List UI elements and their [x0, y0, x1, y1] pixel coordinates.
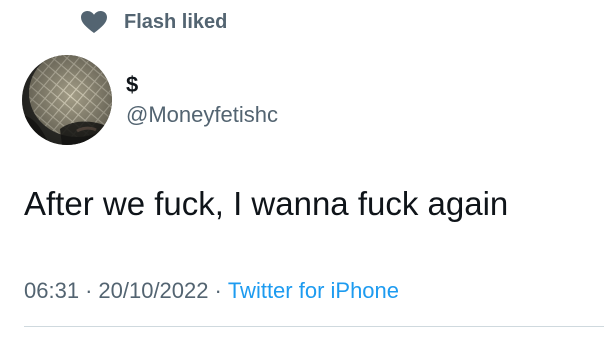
tweet-detail: Flash liked $ @Moneyfetishc After we fuc…	[0, 0, 604, 340]
tweet-source-link[interactable]: Twitter for iPhone	[228, 278, 399, 303]
author-names: $ @Moneyfetishc	[126, 71, 278, 129]
social-context-text[interactable]: Flash liked	[124, 8, 227, 36]
tweet-text: After we fuck, I wanna fuck again	[24, 185, 509, 222]
separator: ·	[214, 278, 222, 303]
tweet-date[interactable]: 20/10/2022	[98, 278, 208, 303]
display-name[interactable]: $	[126, 71, 278, 99]
avatar[interactable]	[22, 55, 112, 145]
heart-icon	[80, 10, 108, 34]
tweet-time[interactable]: 06:31	[24, 278, 79, 303]
username-handle[interactable]: @Moneyfetishc	[126, 101, 278, 129]
author: $ @Moneyfetishc	[22, 55, 278, 145]
divider	[24, 326, 604, 327]
separator: ·	[85, 278, 93, 303]
social-context: Flash liked	[80, 8, 227, 36]
tweet-metadata: 06:31 · 20/10/2022 · Twitter for iPhone	[24, 276, 399, 306]
